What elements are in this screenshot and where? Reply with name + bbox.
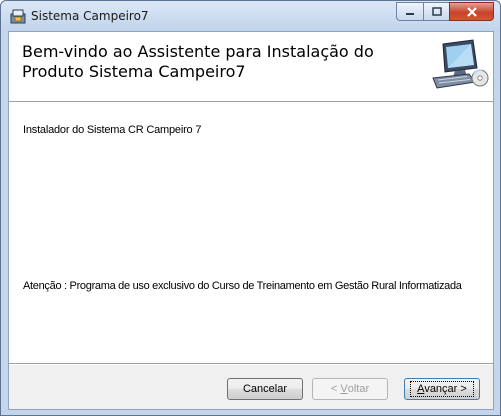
cancel-button[interactable]: Cancelar <box>227 378 303 400</box>
back-button[interactable]: < Voltar <box>312 378 388 400</box>
next-button[interactable]: Avançar > <box>404 378 480 400</box>
wizard-footer: Cancelar < Voltar Avançar > <box>9 365 493 409</box>
minimize-icon <box>406 12 414 15</box>
notice-label: Atenção : Programa de uso exclusivo do C… <box>23 280 462 292</box>
computer-cd-icon <box>432 39 489 89</box>
back-button-label: oltar <box>347 383 370 395</box>
maximize-button[interactable] <box>423 2 449 21</box>
wizard-banner: Bem-vindo ao Assistente para Instalação … <box>9 32 493 101</box>
wizard-client-area: Bem-vindo ao Assistente para Instalação … <box>8 31 494 410</box>
close-button[interactable] <box>449 2 494 21</box>
minimize-button[interactable] <box>396 2 423 21</box>
maximize-icon <box>431 6 442 16</box>
installer-window: Sistema Campeiro7 Bem-vindo ao Assistent… <box>0 0 501 416</box>
next-button-focus-rect: Avançar > <box>410 381 474 397</box>
wizard-body: Instalador do Sistema CR Campeiro 7 Aten… <box>9 103 493 373</box>
installer-icon <box>10 9 26 24</box>
caption-buttons <box>396 2 494 21</box>
window-title: Sistema Campeiro7 <box>31 9 149 23</box>
back-button-mnemonic: V <box>340 383 348 395</box>
back-button-prefix: < <box>330 383 341 395</box>
wizard-heading: Bem-vindo ao Assistente para Instalação … <box>22 42 374 81</box>
title-bar[interactable]: Sistema Campeiro7 <box>1 1 500 31</box>
intro-label: Instalador do Sistema CR Campeiro 7 <box>23 124 202 136</box>
close-icon <box>466 6 477 17</box>
next-button-label: vançar > <box>424 383 467 395</box>
